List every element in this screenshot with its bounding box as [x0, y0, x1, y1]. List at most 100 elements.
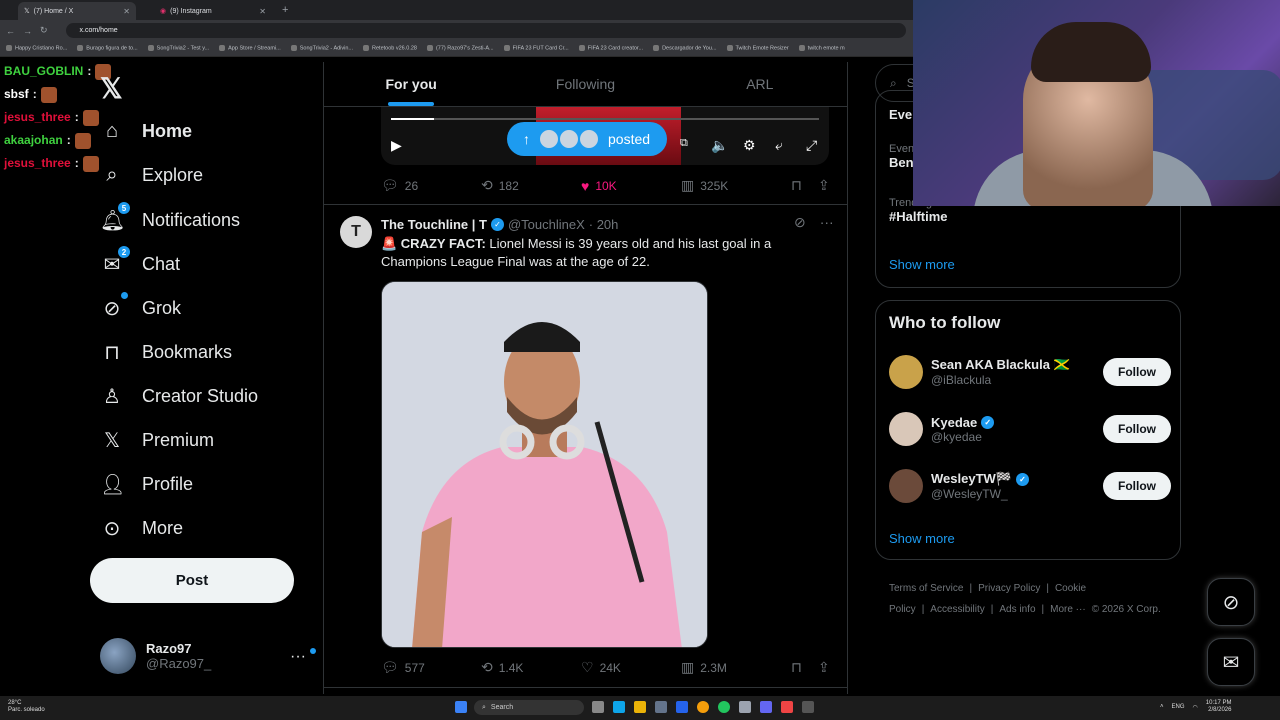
bookmark-item[interactable]: Twitch Emote Resizer [726, 45, 789, 52]
bookmark-item[interactable]: Retetoob v26.0.28 [363, 45, 417, 52]
bookmark-item[interactable]: FIFA 23 FUT Card Cr... [503, 45, 569, 52]
post-button[interactable]: Post [90, 558, 294, 603]
author-name[interactable]: The Touchline | T [381, 217, 487, 232]
sidebar-item-creator-studio[interactable]: ♙ Creator Studio [100, 384, 258, 409]
settings-gear-icon[interactable]: ⚙ [743, 137, 756, 154]
account-switcher[interactable]: Razo97 @Razo97_ [100, 638, 211, 674]
sidebar-item-grok[interactable]: ⊘ Grok [100, 292, 181, 321]
avatar[interactable]: T [340, 216, 372, 248]
footer-link[interactable]: Ads info [999, 604, 1035, 615]
captions-icon[interactable]: ⧉ [680, 137, 688, 150]
follow-button[interactable]: Follow [1103, 415, 1171, 443]
bookmark-item[interactable]: SongTrivia2 - Adivin... [290, 45, 353, 52]
task-view-icon[interactable] [592, 701, 604, 713]
discord-icon[interactable] [760, 701, 772, 713]
bookmark-item[interactable]: SongTrivia2 - Test y... [147, 45, 209, 52]
views-button[interactable]: ▥ 2.3M [681, 659, 781, 676]
spotify-icon[interactable] [718, 701, 730, 713]
who-to-follow-item[interactable]: WesleyTW🏁 ✓ @WesleyTW_ Follow [889, 466, 1171, 506]
music-icon[interactable] [781, 701, 793, 713]
tab-arl[interactable]: ARL [673, 62, 847, 106]
mail-icon[interactable] [676, 701, 688, 713]
footer-link[interactable]: Accessibility [930, 604, 984, 615]
account-more-icon[interactable]: ··· [290, 648, 317, 666]
more-icon[interactable]: ··· [820, 214, 834, 231]
footer-link[interactable]: © 2026 X Corp. [1092, 604, 1161, 615]
browser-tab-instagram[interactable]: ◉ (9) Instagram ✕ [154, 2, 272, 20]
like-button[interactable]: ♥ 10K [581, 178, 681, 194]
chrome-icon[interactable] [697, 701, 709, 713]
bookmark-icon[interactable]: ⊓ [791, 659, 802, 676]
author-handle[interactable]: @TouchlineX [508, 217, 585, 232]
bookmark-item[interactable]: App Store / Streami... [219, 45, 281, 52]
bookmark-item[interactable]: FIFA 23 Card creator... [578, 45, 643, 52]
new-tab-icon[interactable]: + [282, 4, 288, 16]
repost-button[interactable]: ⟲ 182 [481, 177, 581, 194]
trends-show-more-link[interactable]: Show more [889, 257, 955, 272]
obs-icon[interactable] [739, 701, 751, 713]
close-tab-icon[interactable]: ✕ [259, 7, 266, 16]
wifi-icon[interactable]: ◠ [1193, 704, 1198, 711]
file-explorer-icon[interactable] [634, 701, 646, 713]
x-logo-icon[interactable]: 𝕏 [100, 72, 123, 105]
share-icon[interactable]: ⇪ [818, 659, 830, 676]
who-to-follow-show-more-link[interactable]: Show more [889, 531, 955, 546]
close-tab-icon[interactable]: ✕ [123, 7, 130, 16]
footer-link[interactable]: Terms of Service [889, 583, 963, 594]
sidebar-item-more[interactable]: ⊙ More [100, 516, 183, 541]
trend-item[interactable]: Evel [889, 107, 916, 122]
bookmark-item[interactable]: twitch emote m [798, 45, 845, 52]
bookmark-item[interactable]: (77) Razo97's Zesti-A... [426, 45, 494, 52]
clock[interactable]: 10:17 PM 2/8/2026 [1206, 700, 1232, 714]
bookmark-icon[interactable]: ⊓ [791, 177, 802, 194]
sidebar-item-profile[interactable]: 👤︎ Profile [100, 472, 193, 497]
tweet-photo[interactable] [381, 281, 708, 648]
tweet-time[interactable]: · 20h [589, 217, 619, 232]
footer-link[interactable]: Privacy Policy [978, 583, 1040, 594]
fullscreen-icon[interactable]: ⤢ [806, 137, 817, 154]
edge-icon[interactable] [613, 701, 625, 713]
app-icon[interactable] [802, 701, 814, 713]
views-button[interactable]: ▥ 325K [681, 177, 781, 194]
sidebar-item-explore[interactable]: ⌕ Explore [100, 164, 203, 187]
tab-following[interactable]: Following [498, 62, 672, 106]
follow-button[interactable]: Follow [1103, 472, 1171, 500]
grok-fab-icon[interactable]: ⊘ [1207, 578, 1255, 626]
sidebar-item-chat[interactable]: ✉ 2 Chat [100, 246, 180, 277]
taskbar-search[interactable]: ⌕ Search [474, 700, 584, 715]
reply-button[interactable]: 💬︎ 577 [381, 659, 481, 676]
windows-start-icon[interactable] [455, 701, 467, 713]
volume-icon[interactable]: 🔈 [711, 137, 728, 154]
store-icon[interactable] [655, 701, 667, 713]
repost-button[interactable]: ⟲ 1.4K [481, 659, 581, 676]
footer-link[interactable]: More ··· [1050, 604, 1086, 615]
lang-indicator[interactable]: ENG [1172, 704, 1185, 710]
like-button[interactable]: ♡ 24K [581, 659, 681, 676]
bookmark-item[interactable]: Descargador de You... [653, 45, 717, 52]
share-icon[interactable]: ⇪ [818, 177, 830, 194]
bookmark-item[interactable]: Happy Cristiano Ro... [6, 45, 67, 52]
who-to-follow-item[interactable]: Sean AKA Blackula 🇯🇲 @iBlackula Follow [889, 352, 1171, 392]
sidebar-item-premium[interactable]: 𝕏 Premium [100, 428, 214, 453]
follow-button[interactable]: Follow [1103, 358, 1171, 386]
bookmark-item[interactable]: Burago figura de to... [77, 45, 138, 52]
reply-button[interactable]: 💬︎ 26 [381, 177, 481, 194]
who-to-follow-item[interactable]: Kyedae ✓ @kyedae Follow [889, 409, 1171, 449]
tab-for-you[interactable]: For you [324, 62, 498, 106]
picture-in-picture-icon[interactable]: ⤶ [775, 137, 783, 154]
forward-icon[interactable]: → [23, 26, 32, 36]
back-icon[interactable]: ← [6, 26, 15, 36]
video-progress-bar[interactable] [391, 118, 819, 120]
chevron-up-icon[interactable]: ˄ [1160, 704, 1164, 710]
grok-icon[interactable]: ⊘ [794, 214, 806, 231]
sidebar-item-notifications[interactable]: 🔔︎ 5 Notifications [100, 202, 240, 233]
new-posts-pill[interactable]: ↑ posted [507, 122, 667, 156]
weather-widget[interactable]: 28°C Parc. soleado [8, 700, 45, 714]
messages-fab-icon[interactable]: ✉ [1207, 638, 1255, 686]
play-icon[interactable]: ▶ [391, 137, 402, 154]
sidebar-item-home[interactable]: ⌂ Home [100, 120, 192, 143]
trend-item[interactable]: Even Ben [889, 143, 914, 170]
reload-icon[interactable]: ↻ [40, 25, 48, 36]
browser-tab-home[interactable]: 𝕏 (7) Home / X ✕ [18, 2, 136, 20]
url-field[interactable]: x.com/home [65, 23, 906, 38]
